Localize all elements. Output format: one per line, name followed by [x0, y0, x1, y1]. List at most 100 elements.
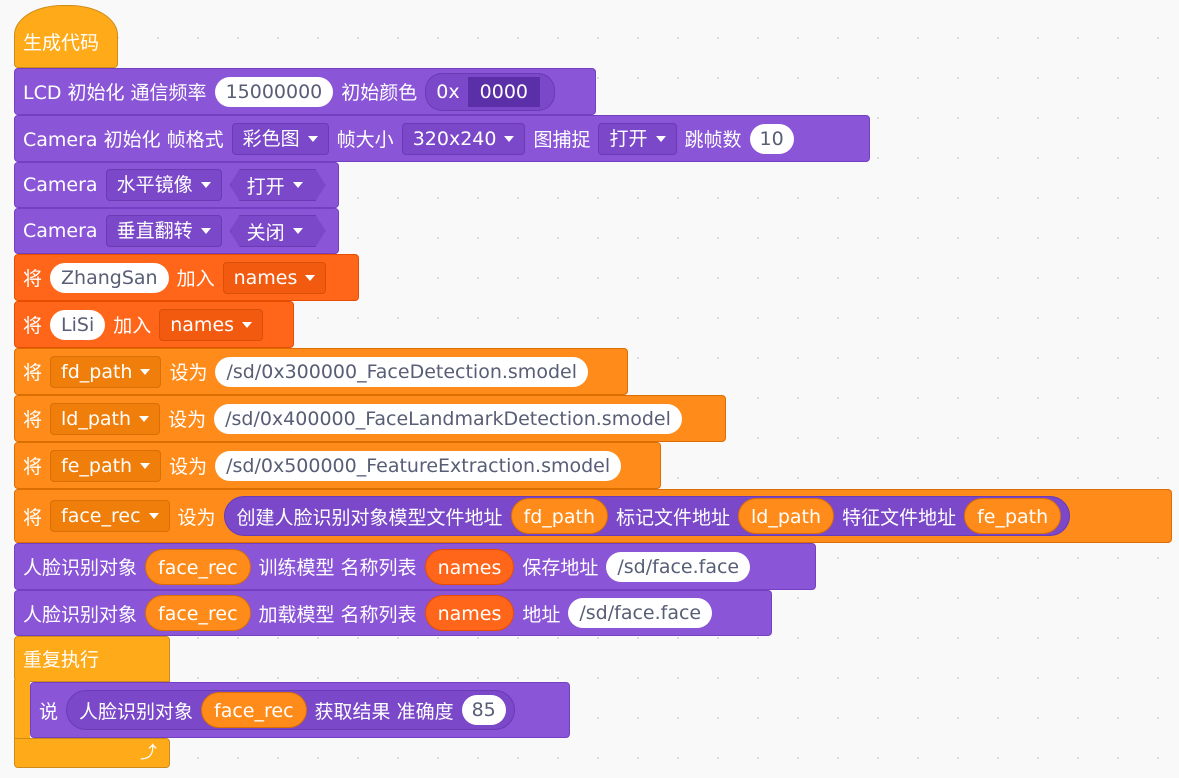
code-workspace[interactable]: 生成代码 LCD 初始化 通信频率 15000000 初始颜色 0x 0000 … [0, 0, 1179, 778]
chevron-down-icon [139, 415, 150, 422]
chevron-down-icon [293, 182, 303, 188]
hat-label: 生成代码 [23, 32, 100, 54]
chevron-down-icon [140, 368, 151, 375]
load-list-names[interactable]: names [424, 595, 515, 631]
chevron-down-icon [200, 182, 211, 188]
list-select-dropdown[interactable]: names [222, 261, 327, 294]
camera-init-label: Camera 初始化 帧格式 [23, 129, 224, 151]
set-value-input[interactable]: /sd/0x500000_FeatureExtraction.smodel [215, 450, 622, 481]
chevron-down-icon [504, 135, 515, 142]
train-label-object: 人脸识别对象 [23, 557, 138, 579]
list-select-value: names [170, 313, 235, 336]
reporter-var-fe-path[interactable]: fe_path [964, 498, 1062, 534]
lcd-color-value[interactable]: 0000 [467, 76, 540, 107]
set-mid-label: 设为 [169, 362, 208, 384]
train-label-save: 保存地址 [522, 557, 599, 579]
set-value-input[interactable]: /sd/0x300000_FaceDetection.smodel [215, 356, 588, 387]
train-var-face-rec[interactable]: face_rec [145, 548, 251, 585]
set-mid-label: 设为 [168, 409, 207, 431]
forever-loop-label: 重复执行 [23, 649, 100, 671]
chevron-down-icon [140, 462, 151, 469]
say-prefix: 说 [39, 700, 59, 723]
variable-select-value: ld_path [61, 407, 132, 430]
reporter-var-fd-path[interactable]: fd_path [510, 498, 608, 534]
train-model-block[interactable]: 人脸识别对象 face_rec 训练模型 名称列表 names 保存地址 /sd… [14, 543, 816, 590]
set-variable-block-fe-path[interactable]: 将 fe_path 设为 /sd/0x500000_FeatureExtract… [14, 442, 661, 489]
skip-frames-input[interactable]: 10 [749, 123, 794, 154]
set-prefix: 将 [23, 362, 43, 384]
result-label-accuracy: 获取结果 准确度 [314, 700, 454, 723]
add-to-list-block-lisi[interactable]: 将 LiSi 加入 names [14, 301, 294, 348]
set-mid-label: 设为 [169, 456, 208, 478]
mirror-option-dropdown[interactable]: 水平镜像 [105, 169, 222, 201]
capture-dropdown[interactable]: 打开 [598, 122, 677, 155]
set-prefix: 将 [23, 456, 43, 478]
set-variable-block-ld-path[interactable]: 将 ld_path 设为 /sd/0x400000_FaceLandmarkDe… [14, 395, 726, 442]
generate-code-hat-block[interactable]: 生成代码 [14, 5, 118, 68]
frame-size-dropdown[interactable]: 320x240 [401, 122, 526, 155]
forever-loop-arm [14, 680, 30, 738]
load-model-block[interactable]: 人脸识别对象 face_rec 加载模型 名称列表 names 地址 /sd/f… [14, 590, 772, 636]
create-face-recognizer-reporter[interactable]: 创建人脸识别对象模型文件地址 fd_path 标记文件地址 ld_path 特征… [223, 496, 1071, 536]
chevron-down-icon [200, 228, 211, 234]
add-item-input[interactable]: ZhangSan [50, 262, 169, 293]
set-variable-block-face-rec[interactable]: 将 face_rec 设为 创建人脸识别对象模型文件地址 fd_path 标记文… [14, 489, 1172, 543]
variable-select-dropdown[interactable]: face_rec [50, 500, 170, 532]
lcd-init-block[interactable]: LCD 初始化 通信频率 15000000 初始颜色 0x 0000 [14, 68, 596, 115]
camera-flip-prefix: Camera [23, 220, 98, 242]
mirror-state-value: 打开 [246, 175, 285, 198]
train-list-names[interactable]: names [424, 548, 515, 585]
forever-loop-header[interactable]: 重复执行 [14, 636, 170, 682]
set-prefix: 将 [23, 409, 43, 431]
frame-size-label: 帧大小 [336, 129, 394, 151]
reporter-label-landmark: 标记文件地址 [616, 506, 731, 529]
load-path-input[interactable]: /sd/face.face [568, 598, 713, 628]
load-label-names: 加载模型 名称列表 [258, 603, 417, 626]
chevron-down-icon [293, 228, 303, 234]
variable-select-dropdown[interactable]: fe_path [50, 449, 162, 482]
frame-format-dropdown[interactable]: 彩色图 [231, 122, 329, 155]
lcd-freq-input[interactable]: 15000000 [214, 76, 334, 107]
chevron-down-icon [242, 321, 253, 328]
load-var-face-rec[interactable]: face_rec [145, 595, 251, 631]
train-save-path-input[interactable]: /sd/face.face [606, 551, 751, 582]
variable-select-value: fd_path [61, 360, 133, 383]
variable-select-value: fe_path [61, 454, 133, 477]
result-var-face-rec[interactable]: face_rec [201, 692, 307, 728]
add-prefix: 将 [23, 315, 43, 337]
forever-loop-footer[interactable]: ⤴ [14, 738, 170, 768]
add-item-input[interactable]: LiSi [50, 309, 106, 340]
load-label-object: 人脸识别对象 [23, 603, 138, 626]
mirror-state-dropdown[interactable]: 打开 [230, 169, 326, 201]
reporter-var-ld-path[interactable]: ld_path [738, 498, 835, 534]
accuracy-input[interactable]: 85 [461, 695, 506, 725]
set-variable-block-fd-path[interactable]: 将 fd_path 设为 /sd/0x300000_FaceDetection.… [14, 348, 628, 395]
set-prefix: 将 [23, 506, 43, 529]
frame-format-value: 彩色图 [242, 127, 300, 150]
camera-mirror-block[interactable]: Camera 水平镜像 打开 [14, 162, 339, 208]
loop-arrow-icon: ⤴ [140, 743, 157, 763]
get-result-reporter[interactable]: 人脸识别对象 face_rec 获取结果 准确度 85 [66, 690, 515, 730]
variable-select-dropdown[interactable]: ld_path [50, 402, 161, 435]
train-label-names: 训练模型 名称列表 [258, 557, 417, 579]
capture-value: 打开 [609, 127, 648, 150]
lcd-color-prefix: 0x [436, 80, 460, 103]
lcd-color-label: 初始颜色 [341, 82, 418, 104]
chevron-down-icon [305, 274, 316, 281]
list-select-dropdown[interactable]: names [159, 308, 264, 341]
result-label-object: 人脸识别对象 [79, 700, 194, 723]
add-mid-label: 加入 [113, 315, 152, 337]
add-prefix: 将 [23, 268, 43, 290]
camera-init-block[interactable]: Camera 初始化 帧格式 彩色图 帧大小 320x240 图捕捉 打开 跳帧… [14, 115, 870, 162]
variable-select-dropdown[interactable]: fd_path [50, 355, 162, 388]
chevron-down-icon [148, 513, 159, 519]
list-select-value: names [233, 266, 298, 289]
flip-state-dropdown[interactable]: 关闭 [230, 215, 326, 247]
say-block[interactable]: 说 人脸识别对象 face_rec 获取结果 准确度 85 [30, 682, 570, 738]
lcd-color-field[interactable]: 0x 0000 [425, 72, 555, 111]
flip-option-dropdown[interactable]: 垂直翻转 [105, 215, 222, 247]
camera-flip-block[interactable]: Camera 垂直翻转 关闭 [14, 208, 339, 254]
add-to-list-block-zhangsan[interactable]: 将 ZhangSan 加入 names [14, 254, 359, 301]
set-mid-label: 设为 [177, 506, 216, 529]
set-value-input[interactable]: /sd/0x400000_FaceLandmarkDetection.smode… [214, 403, 682, 434]
